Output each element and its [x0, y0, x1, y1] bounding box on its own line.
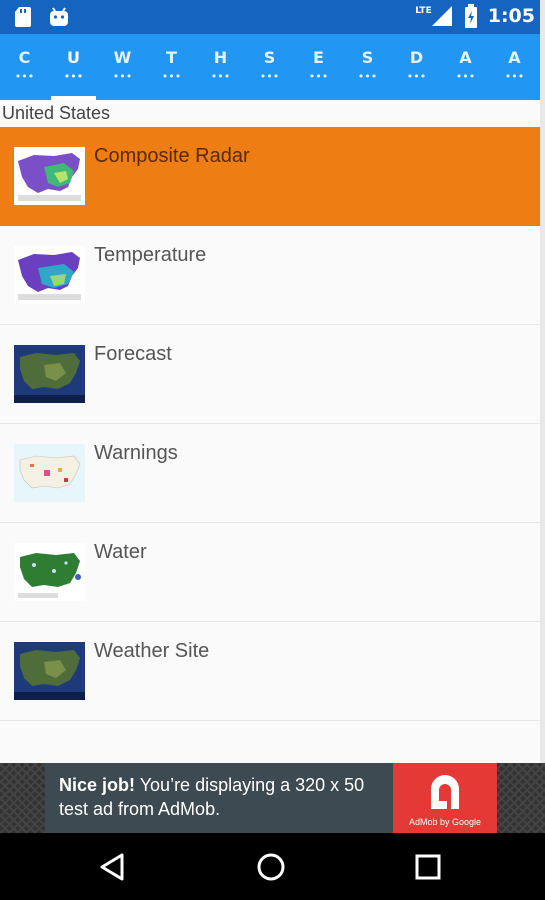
tab-u[interactable]: U ••• [49, 34, 98, 100]
list-item-label: Composite Radar [94, 145, 250, 167]
tab-letter: S [361, 48, 374, 67]
tab-letter: A [508, 48, 521, 67]
list-item-composite-radar[interactable]: Composite Radar [0, 127, 540, 226]
tab-s-2[interactable]: S ••• [343, 34, 392, 100]
tab-letter: W [113, 48, 132, 67]
ad-text: Nice job! You’re displaying a 320 x 50 t… [59, 773, 389, 821]
list-item-label: Water [94, 541, 147, 563]
tab-letter: E [313, 48, 324, 67]
admob-caption: AdMob by Google [408, 817, 482, 827]
section-title: United States [2, 103, 111, 123]
weather-site-map-thumbnail [14, 642, 85, 700]
tab-letter: A [459, 48, 472, 67]
list-item-water[interactable]: Water [0, 523, 540, 622]
list-item-label: Warnings [94, 442, 178, 464]
tab-dots: ••• [357, 70, 378, 83]
tab-dots: ••• [63, 70, 84, 83]
recents-icon[interactable] [412, 851, 444, 883]
tab-dots: ••• [455, 70, 476, 83]
tab-t[interactable]: T ••• [147, 34, 196, 100]
water-map-thumbnail [14, 543, 85, 601]
temperature-map-thumbnail [14, 246, 85, 304]
tab-dots: ••• [14, 70, 35, 83]
tab-letter: T [166, 48, 177, 67]
status-time: 1:05 [487, 5, 535, 27]
tab-a-2[interactable]: A ••• [490, 34, 539, 100]
list-item-weather-site[interactable]: Weather Site [0, 622, 540, 721]
tab-dots: ••• [259, 70, 280, 83]
composite-radar-map-thumbnail [14, 147, 85, 205]
android-icon [50, 7, 68, 26]
tab-letter: U [67, 48, 80, 67]
battery-icon [464, 4, 477, 28]
tab-letter: D [409, 48, 424, 67]
tab-dots: ••• [504, 70, 525, 83]
status-bar: LTE 1:05 [0, 0, 545, 34]
tab-dots: ••• [210, 70, 231, 83]
list-item-forecast[interactable]: Forecast [0, 325, 540, 424]
list-item-temperature[interactable]: Temperature [0, 226, 540, 325]
tab-dots: ••• [112, 70, 133, 83]
list-item-label: Weather Site [94, 640, 210, 662]
tab-a[interactable]: A ••• [441, 34, 490, 100]
tab-letter: C [18, 48, 31, 67]
forecast-map-thumbnail [14, 345, 85, 403]
tab-e[interactable]: E ••• [294, 34, 343, 100]
tab-s[interactable]: S ••• [245, 34, 294, 100]
ad-bold-text: Nice job! [59, 775, 136, 795]
list-item-warnings[interactable]: Warnings [0, 424, 540, 523]
admob-logo-icon [431, 775, 459, 809]
ad-banner[interactable]: Nice job! You’re displaying a 320 x 50 t… [0, 763, 545, 833]
tab-dots: ••• [406, 70, 427, 83]
tab-dots: ••• [308, 70, 329, 83]
tab-letter: S [263, 48, 276, 67]
navigation-bar [0, 833, 545, 900]
home-icon[interactable] [255, 851, 287, 883]
list-item-label: Forecast [94, 343, 172, 365]
admob-logo[interactable]: AdMob by Google [393, 763, 497, 833]
sd-card-icon [15, 7, 31, 27]
back-icon[interactable] [98, 851, 130, 883]
warnings-map-thumbnail [14, 444, 85, 502]
tab-bar: C ••• U ••• W ••• T ••• H ••• S ••• E ••• S ••• … [0, 34, 545, 100]
tab-dots: ••• [161, 70, 182, 83]
signal-icon [431, 6, 452, 26]
tab-d[interactable]: D ••• [392, 34, 441, 100]
active-tab-indicator [51, 96, 96, 100]
tab-h[interactable]: H ••• [196, 34, 245, 100]
tab-letter: H [213, 48, 228, 67]
tab-w[interactable]: W ••• [98, 34, 147, 100]
list-item-label: Temperature [94, 244, 207, 266]
tab-c[interactable]: C ••• [0, 34, 49, 100]
ad-text-box[interactable]: Nice job! You’re displaying a 320 x 50 t… [45, 763, 393, 833]
